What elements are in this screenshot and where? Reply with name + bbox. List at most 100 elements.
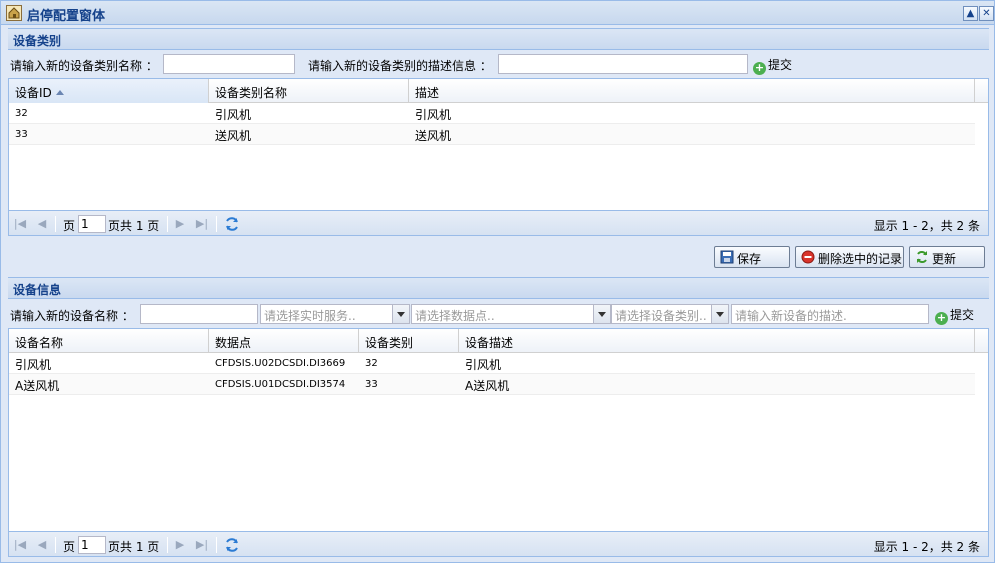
window-header: 启停配置窗体 ▲ ✕ — [1, 1, 994, 25]
save-label: 保存 — [737, 252, 762, 266]
refresh-button[interactable]: 更新 — [909, 246, 985, 268]
next-page-icon[interactable]: ▶ — [173, 538, 187, 552]
page-total-label: 页共 1 页 — [108, 540, 160, 554]
device-submit-button[interactable]: + 提交 — [935, 306, 974, 325]
separator — [216, 537, 217, 553]
separator — [55, 537, 56, 553]
device-panel-header: 设备信息 — [8, 277, 989, 299]
device-grid: 设备名称 数据点 设备类别 设备描述 引风机 CFDSIS.U02DCSDI.D… — [8, 328, 989, 532]
refresh-icon[interactable] — [224, 537, 240, 553]
first-page-icon[interactable]: |◀ — [13, 538, 27, 552]
table-row[interactable]: A送风机 CFDSIS.U01DCSDI.DI3574 33 A送风机 — [9, 374, 975, 395]
column-label: 设备名称 — [15, 336, 64, 350]
category-panel-header: 设备类别 — [8, 28, 989, 50]
cell-data-point: CFDSIS.U01DCSDI.DI3574 — [215, 379, 346, 390]
cell-data-point: CFDSIS.U02DCSDI.DI3669 — [215, 358, 346, 369]
page-total-label: 页共 1 页 — [108, 219, 160, 233]
last-page-icon[interactable]: ▶| — [195, 538, 209, 552]
table-row[interactable]: 33 送风机 送风机 — [9, 124, 975, 145]
separator — [167, 537, 168, 553]
device-desc-input[interactable]: 请输入新设备的描述. — [731, 304, 929, 324]
page-label: 页 — [63, 219, 76, 233]
cell-category: 32 — [365, 358, 378, 369]
collapse-icon[interactable]: ▲ — [963, 6, 978, 21]
cell-desc: 送风机 — [415, 129, 452, 143]
device-name-label: 请输入新的设备名称 ： — [10, 309, 134, 323]
page-number-input[interactable]: 1 — [78, 536, 106, 554]
device-category-select[interactable]: 请选择设备类别.. — [611, 304, 712, 324]
separator — [216, 216, 217, 232]
page-number-input[interactable]: 1 — [78, 215, 106, 233]
cell-id: 33 — [15, 129, 28, 140]
prev-page-icon[interactable]: ◀ — [35, 217, 49, 231]
cell-name: 送风机 — [215, 129, 252, 143]
category-desc-input[interactable] — [498, 54, 748, 74]
category-name-label: 请输入新的设备类别名称 ： — [10, 59, 158, 73]
category-desc-label: 请输入新的设备类别的描述信息 ： — [308, 59, 492, 73]
category-grid-header: 设备ID 设备类别名称 描述 — [9, 79, 988, 103]
cell-desc: 引风机 — [415, 108, 452, 122]
category-toolbar: 请输入新的设备类别名称 ： 请输入新的设备类别的描述信息 ： + 提交 — [8, 51, 989, 77]
column-header-device-desc[interactable]: 设备描述 — [459, 329, 975, 353]
category-submit-button[interactable]: + 提交 — [753, 56, 792, 75]
column-header-device-name[interactable]: 设备名称 — [9, 329, 209, 353]
add-icon: + — [935, 311, 948, 325]
separator — [167, 216, 168, 232]
column-label: 数据点 — [215, 336, 252, 350]
column-header-description[interactable]: 描述 — [409, 79, 975, 103]
refresh-icon[interactable] — [224, 216, 240, 232]
chevron-down-icon[interactable] — [594, 304, 611, 324]
category-submit-label: 提交 — [768, 58, 793, 72]
close-icon[interactable]: ✕ — [979, 6, 994, 21]
last-page-icon[interactable]: ▶| — [195, 217, 209, 231]
cell-category: 33 — [365, 379, 378, 390]
cell-device-desc: 引风机 — [465, 358, 502, 372]
refresh-label: 更新 — [932, 252, 957, 266]
separator — [55, 216, 56, 232]
category-grid: 设备ID 设备类别名称 描述 32 引风机 引风机 33 送风机 送风机 — [8, 78, 989, 211]
column-label: 设备描述 — [465, 336, 514, 350]
device-grid-header: 设备名称 数据点 设备类别 设备描述 — [9, 329, 988, 353]
device-submit-label: 提交 — [950, 308, 975, 322]
category-name-input[interactable] — [163, 54, 295, 74]
table-row[interactable]: 32 引风机 引风机 — [9, 103, 975, 124]
column-label: 设备ID — [15, 86, 52, 100]
device-toolbar: 请输入新的设备名称 ： 请选择实时服务.. 请选择数据点.. 请选择设备类别..… — [8, 301, 989, 327]
delete-icon — [801, 250, 815, 264]
cell-name: 引风机 — [215, 108, 252, 122]
category-pager: |◀ ◀ 页 1 页共 1 页 ▶ ▶| 显示 1 - 2，共 2 条 — [8, 210, 989, 236]
column-label: 设备类别 — [365, 336, 414, 350]
save-icon — [720, 250, 734, 264]
delete-selected-button[interactable]: 删除选中的记录 — [795, 246, 904, 268]
sort-asc-icon — [55, 90, 64, 95]
device-name-input[interactable] — [140, 304, 258, 324]
paging-display: 显示 1 - 2，共 2 条 — [873, 219, 980, 233]
device-panel-title: 设备信息 — [13, 283, 62, 297]
column-header-device-category[interactable]: 设备类别 — [359, 329, 459, 353]
category-panel-title: 设备类别 — [13, 34, 62, 48]
chevron-down-icon[interactable] — [712, 304, 729, 324]
realtime-service-select[interactable]: 请选择实时服务.. — [260, 304, 393, 324]
home-icon — [6, 5, 22, 21]
save-button[interactable]: 保存 — [714, 246, 790, 268]
next-page-icon[interactable]: ▶ — [173, 217, 187, 231]
prev-page-icon[interactable]: ◀ — [35, 538, 49, 552]
refresh-arrows-icon — [917, 251, 927, 263]
paging-display: 显示 1 - 2，共 2 条 — [873, 540, 980, 554]
first-page-icon[interactable]: |◀ — [13, 217, 27, 231]
window-title: 启停配置窗体 — [27, 9, 106, 24]
column-header-data-point[interactable]: 数据点 — [209, 329, 359, 353]
add-icon: + — [753, 61, 766, 75]
column-header-category-name[interactable]: 设备类别名称 — [209, 79, 409, 103]
cell-device-name: 引风机 — [15, 358, 52, 372]
device-pager: |◀ ◀ 页 1 页共 1 页 ▶ ▶| 显示 1 - 2，共 2 条 — [8, 531, 989, 557]
chevron-down-icon[interactable] — [393, 304, 410, 324]
table-row[interactable]: 引风机 CFDSIS.U02DCSDI.DI3669 32 引风机 — [9, 353, 975, 374]
config-window: 启停配置窗体 ▲ ✕ 设备类别 请输入新的设备类别名称 ： 请输入新的设备类别的… — [0, 0, 995, 563]
data-point-select[interactable]: 请选择数据点.. — [411, 304, 594, 324]
column-label: 描述 — [415, 86, 440, 100]
cell-id: 32 — [15, 108, 28, 119]
cell-device-name: A送风机 — [15, 379, 60, 393]
column-header-device-id[interactable]: 设备ID — [9, 79, 209, 103]
cell-device-desc: A送风机 — [465, 379, 510, 393]
